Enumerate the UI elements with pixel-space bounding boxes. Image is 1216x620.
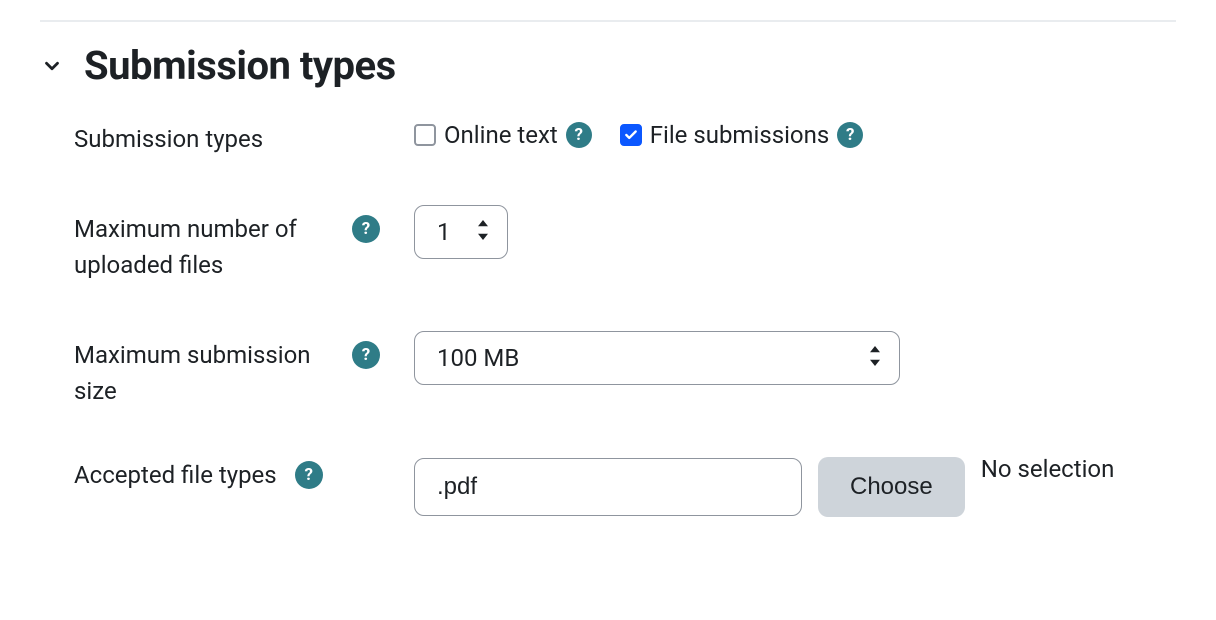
help-icon-file-submissions[interactable]: ? bbox=[837, 122, 863, 148]
label-max-files: Maximum number of uploaded files bbox=[74, 211, 334, 283]
select-max-size-value: 100 MB bbox=[414, 331, 900, 385]
help-icon-accepted-types[interactable]: ? bbox=[295, 461, 323, 489]
checkbox-file-submissions[interactable] bbox=[620, 124, 642, 146]
help-icon-max-files[interactable]: ? bbox=[352, 215, 380, 243]
choose-button[interactable]: Choose bbox=[818, 457, 965, 517]
field-max-files: Maximum number of uploaded files ? 1 bbox=[40, 205, 1176, 283]
section-header-toggle[interactable]: Submission types bbox=[40, 42, 1176, 89]
select-max-size[interactable]: 100 MB bbox=[414, 331, 900, 385]
accepted-types-status: No selection bbox=[981, 455, 1115, 483]
field-max-size: Maximum submission size ? 100 MB bbox=[40, 331, 1176, 409]
section-title: Submission types bbox=[84, 42, 396, 89]
select-max-files[interactable]: 1 bbox=[414, 205, 508, 259]
checkbox-online-text[interactable] bbox=[414, 124, 436, 146]
section-divider bbox=[40, 20, 1176, 22]
help-icon-online-text[interactable]: ? bbox=[566, 122, 592, 148]
input-accepted-types[interactable] bbox=[414, 458, 802, 516]
checkbox-label-online-text: Online text bbox=[444, 121, 558, 149]
help-icon-max-size[interactable]: ? bbox=[352, 341, 380, 369]
checkbox-label-file-submissions: File submissions bbox=[650, 121, 830, 149]
field-submission-types: Submission types Online text? File submi… bbox=[40, 121, 1176, 157]
select-max-files-value: 1 bbox=[414, 205, 508, 259]
field-accepted-types: Accepted file types ? Choose No selectio… bbox=[40, 457, 1176, 517]
label-accepted-types: Accepted file types bbox=[74, 457, 277, 493]
label-max-size: Maximum submission size bbox=[74, 337, 334, 409]
chevron-down-icon bbox=[40, 54, 64, 78]
label-submission-types: Submission types bbox=[74, 121, 263, 157]
